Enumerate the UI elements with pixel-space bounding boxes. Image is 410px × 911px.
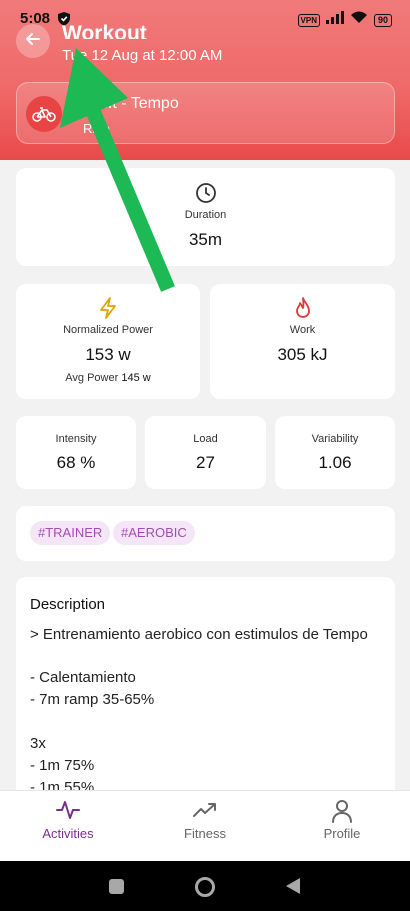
description-line: - Calentamiento bbox=[30, 669, 136, 686]
variability-value: 1.06 bbox=[318, 453, 352, 472]
avg-power-row: Avg Power 145 w bbox=[16, 372, 200, 384]
duration-card: Duration 35m bbox=[16, 168, 395, 266]
variability-label: Variability bbox=[311, 433, 359, 445]
activity-summary-card[interactable]: Zwift - Tempo Ride bbox=[16, 82, 395, 144]
wifi-icon bbox=[350, 11, 368, 29]
activity-name: Zwift - Tempo bbox=[83, 95, 179, 112]
signal-icon bbox=[325, 11, 344, 29]
work-card: Work 305 kJ bbox=[210, 284, 395, 399]
bike-icon bbox=[26, 96, 62, 132]
activity-pulse-icon bbox=[0, 799, 136, 825]
nav-activities-label: Activities bbox=[42, 826, 94, 841]
back-arrow-icon bbox=[25, 31, 41, 52]
lightning-icon bbox=[16, 297, 200, 319]
system-navigation-bar bbox=[0, 861, 410, 911]
load-card: Load 27 bbox=[145, 416, 266, 489]
intensity-card: Intensity 68 % bbox=[16, 416, 136, 489]
load-label: Load bbox=[193, 433, 218, 445]
description-line: 3x bbox=[30, 735, 46, 752]
back-button[interactable] bbox=[16, 24, 50, 58]
bottom-navigation: Activities Fitness Profile bbox=[0, 790, 410, 861]
normalized-power-label: Normalized Power bbox=[63, 324, 153, 336]
flame-icon bbox=[210, 297, 395, 319]
nav-fitness-label: Fitness bbox=[184, 826, 226, 841]
battery-indicator: 90 bbox=[373, 13, 392, 27]
tag-trainer[interactable]: #TRAINER bbox=[30, 521, 111, 545]
nav-profile[interactable]: Profile bbox=[274, 791, 410, 862]
activity-type: Ride bbox=[83, 121, 110, 136]
nav-activities[interactable]: Activities bbox=[0, 791, 136, 862]
clock-icon bbox=[16, 182, 395, 204]
nav-profile-label: Profile bbox=[323, 826, 361, 841]
duration-label: Duration bbox=[184, 209, 227, 221]
intensity-label: Intensity bbox=[55, 433, 97, 445]
avg-power-value: 145 w bbox=[121, 372, 151, 384]
description-title: Description bbox=[30, 596, 106, 613]
recents-icon[interactable] bbox=[109, 879, 124, 894]
work-value: 305 kJ bbox=[277, 345, 328, 364]
normalized-power-card: Normalized Power 153 w Avg Power 145 w bbox=[16, 284, 200, 399]
load-value: 27 bbox=[196, 453, 215, 472]
workout-date: Tue 12 Aug at 12:00 AM bbox=[62, 47, 223, 64]
variability-card: Variability 1.06 bbox=[275, 416, 395, 489]
tag-aerobic[interactable]: #AEROBIC bbox=[113, 521, 195, 545]
vpn-badge: VPN bbox=[297, 13, 320, 27]
description-line: - 1m 75% bbox=[30, 757, 95, 774]
avg-power-label: Avg Power bbox=[65, 372, 119, 384]
work-label: Work bbox=[289, 324, 316, 336]
home-icon[interactable] bbox=[195, 877, 215, 897]
page-title: Workout bbox=[62, 22, 147, 39]
nav-fitness[interactable]: Fitness bbox=[137, 791, 273, 862]
intensity-value: 68 % bbox=[56, 453, 96, 472]
person-icon bbox=[274, 799, 410, 825]
description-line: > Entrenamiento aerobico con estimulos d… bbox=[30, 626, 368, 643]
description-line: - 7m ramp 35-65% bbox=[30, 691, 155, 708]
normalized-power-value: 153 w bbox=[85, 345, 131, 364]
duration-value: 35m bbox=[188, 230, 223, 249]
back-nav-icon[interactable] bbox=[285, 877, 301, 900]
trend-up-icon bbox=[137, 799, 273, 825]
